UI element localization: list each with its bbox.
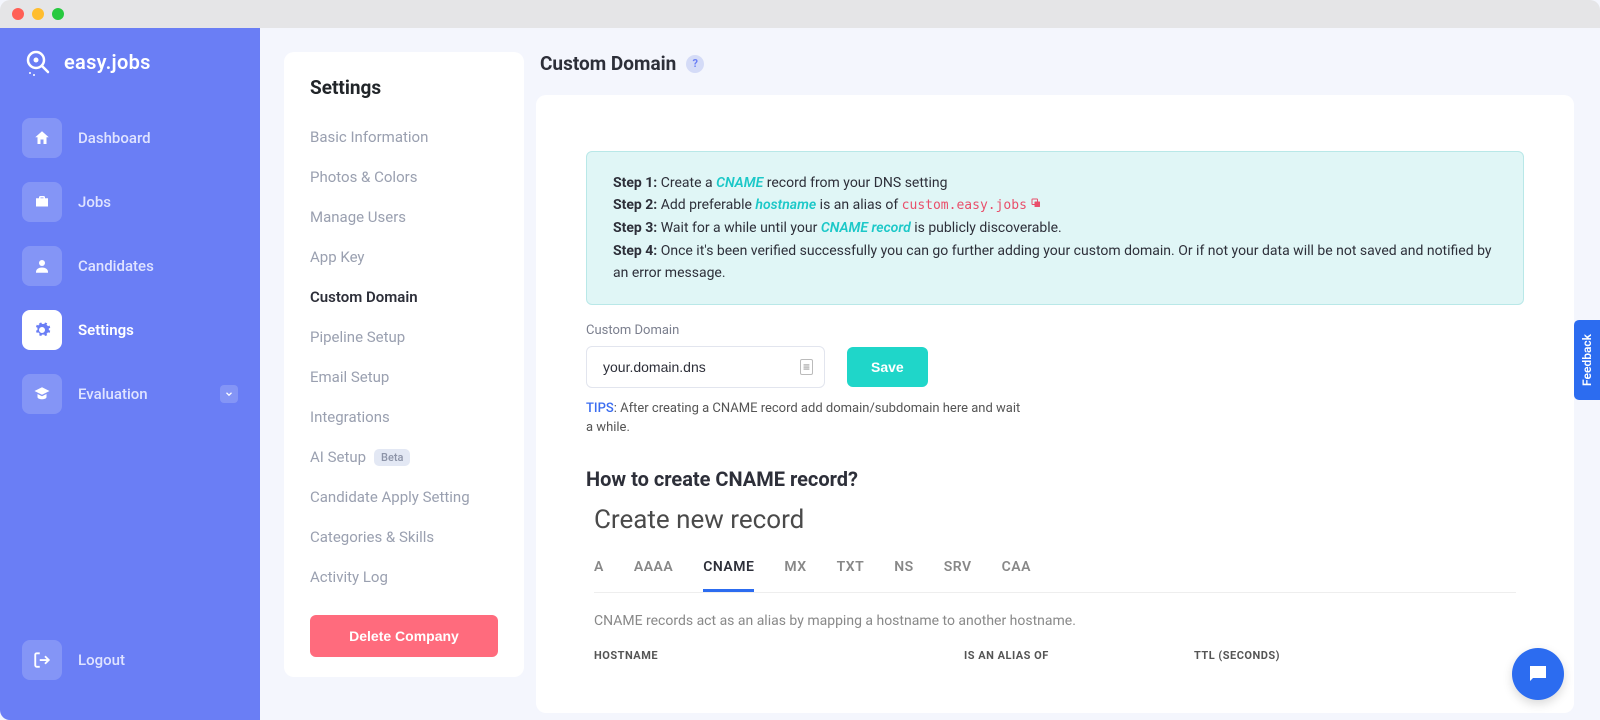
chevron-down-icon xyxy=(220,385,238,403)
sidebar-item-label: Settings xyxy=(78,321,134,339)
home-icon xyxy=(22,118,62,158)
dns-tab-a[interactable]: A xyxy=(594,559,604,592)
settings-item-label: Custom Domain xyxy=(310,288,418,306)
settings-item-label: Candidate Apply Setting xyxy=(310,488,470,506)
logo-text: easy.jobs xyxy=(64,50,151,74)
input-autofill-icon[interactable]: ≡ xyxy=(800,359,813,375)
settings-item-label: Integrations xyxy=(310,408,390,426)
settings-nav-card: Settings Basic Information Photos & Color… xyxy=(284,52,524,677)
settings-nav-title: Settings xyxy=(284,52,524,117)
sidebar-item-label: Jobs xyxy=(78,193,111,211)
settings-item-activity-log[interactable]: Activity Log xyxy=(284,557,524,597)
sidebar-item-logout[interactable]: Logout xyxy=(22,640,238,680)
dns-panel-title: Create new record xyxy=(594,505,1516,535)
settings-item-label: Basic Information xyxy=(310,128,428,146)
dns-tab-cname[interactable]: CNAME xyxy=(703,559,754,592)
dns-tab-aaaa[interactable]: AAAA xyxy=(634,559,673,592)
window-minimize-icon[interactable] xyxy=(32,8,44,20)
save-button[interactable]: Save xyxy=(847,347,928,387)
briefcase-icon xyxy=(22,182,62,222)
instruction-box: Step 1: Create a CNAME record from your … xyxy=(586,151,1524,305)
user-icon xyxy=(22,246,62,286)
settings-item-label: Manage Users xyxy=(310,208,406,226)
settings-item-pipeline-setup[interactable]: Pipeline Setup xyxy=(284,317,524,357)
settings-item-integrations[interactable]: Integrations xyxy=(284,397,524,437)
main-content-card: Step 1: Create a CNAME record from your … xyxy=(536,95,1574,713)
settings-item-custom-domain[interactable]: Custom Domain xyxy=(284,277,524,317)
dns-column-header: HOSTNAME xyxy=(594,649,854,662)
feedback-tab[interactable]: Feedback xyxy=(1574,320,1600,400)
dns-tab-mx[interactable]: MX xyxy=(784,559,806,592)
settings-item-basic-information[interactable]: Basic Information xyxy=(284,117,524,157)
settings-item-label: Photos & Colors xyxy=(310,168,417,186)
settings-item-candidate-apply-setting[interactable]: Candidate Apply Setting xyxy=(284,477,524,517)
dns-example-panel: Create new record AAAAACNAMEMXTXTNSSRVCA… xyxy=(586,499,1524,662)
window-titlebar xyxy=(0,0,1600,28)
dns-tab-caa[interactable]: CAA xyxy=(1002,559,1031,592)
sidebar-item-settings[interactable]: Settings xyxy=(22,298,238,362)
logo-icon xyxy=(22,46,54,78)
sidebar-item-label: Evaluation xyxy=(78,385,148,403)
sidebar-item-label: Candidates xyxy=(78,257,154,275)
delete-company-button[interactable]: Delete Company xyxy=(310,615,498,657)
chat-icon xyxy=(1526,662,1550,686)
logout-icon xyxy=(22,640,62,680)
howto-title: How to create CNAME record? xyxy=(586,467,1524,491)
sidebar-item-label: Dashboard xyxy=(78,129,151,147)
settings-item-label: App Key xyxy=(310,248,365,266)
copy-icon[interactable] xyxy=(1030,194,1042,216)
beta-badge: Beta xyxy=(374,449,410,466)
dns-column-header: TTL (SECONDS) xyxy=(1194,649,1280,662)
sidebar-item-label: Logout xyxy=(78,651,125,669)
dns-description: CNAME records act as an alias by mapping… xyxy=(594,613,1516,629)
chat-fab-button[interactable] xyxy=(1512,648,1564,700)
sidebar-item-dashboard[interactable]: Dashboard xyxy=(22,106,238,170)
settings-item-label: Categories & Skills xyxy=(310,528,434,546)
custom-domain-input[interactable] xyxy=(586,346,825,388)
main-sidebar: easy.jobs Dashboard Jobs Candidates Set xyxy=(0,28,260,720)
window-maximize-icon[interactable] xyxy=(52,8,64,20)
sidebar-item-evaluation[interactable]: Evaluation xyxy=(22,362,238,426)
sidebar-item-candidates[interactable]: Candidates xyxy=(22,234,238,298)
dns-tab-srv[interactable]: SRV xyxy=(944,559,972,592)
dns-tab-ns[interactable]: NS xyxy=(894,559,913,592)
custom-domain-label: Custom Domain xyxy=(586,323,1524,338)
dns-column-header: IS AN ALIAS OF xyxy=(964,649,1084,662)
settings-item-app-key[interactable]: App Key xyxy=(284,237,524,277)
settings-item-email-setup[interactable]: Email Setup xyxy=(284,357,524,397)
settings-item-photos-colors[interactable]: Photos & Colors xyxy=(284,157,524,197)
tips-text: TIPS: After creating a CNAME record add … xyxy=(586,400,1026,436)
settings-item-ai-setup[interactable]: AI Setup Beta xyxy=(284,437,524,477)
app-logo[interactable]: easy.jobs xyxy=(0,46,260,106)
settings-item-label: Activity Log xyxy=(310,568,388,586)
gear-icon xyxy=(22,310,62,350)
help-icon[interactable]: ? xyxy=(686,55,704,73)
page-title: Custom Domain xyxy=(540,52,676,75)
settings-item-label: Pipeline Setup xyxy=(310,328,405,346)
settings-item-manage-users[interactable]: Manage Users xyxy=(284,197,524,237)
dns-tab-txt[interactable]: TXT xyxy=(837,559,865,592)
settings-item-label: Email Setup xyxy=(310,368,389,386)
settings-item-label: AI Setup xyxy=(310,448,366,466)
grad-cap-icon xyxy=(22,374,62,414)
sidebar-item-jobs[interactable]: Jobs xyxy=(22,170,238,234)
window-close-icon[interactable] xyxy=(12,8,24,20)
settings-item-categories-skills[interactable]: Categories & Skills xyxy=(284,517,524,557)
